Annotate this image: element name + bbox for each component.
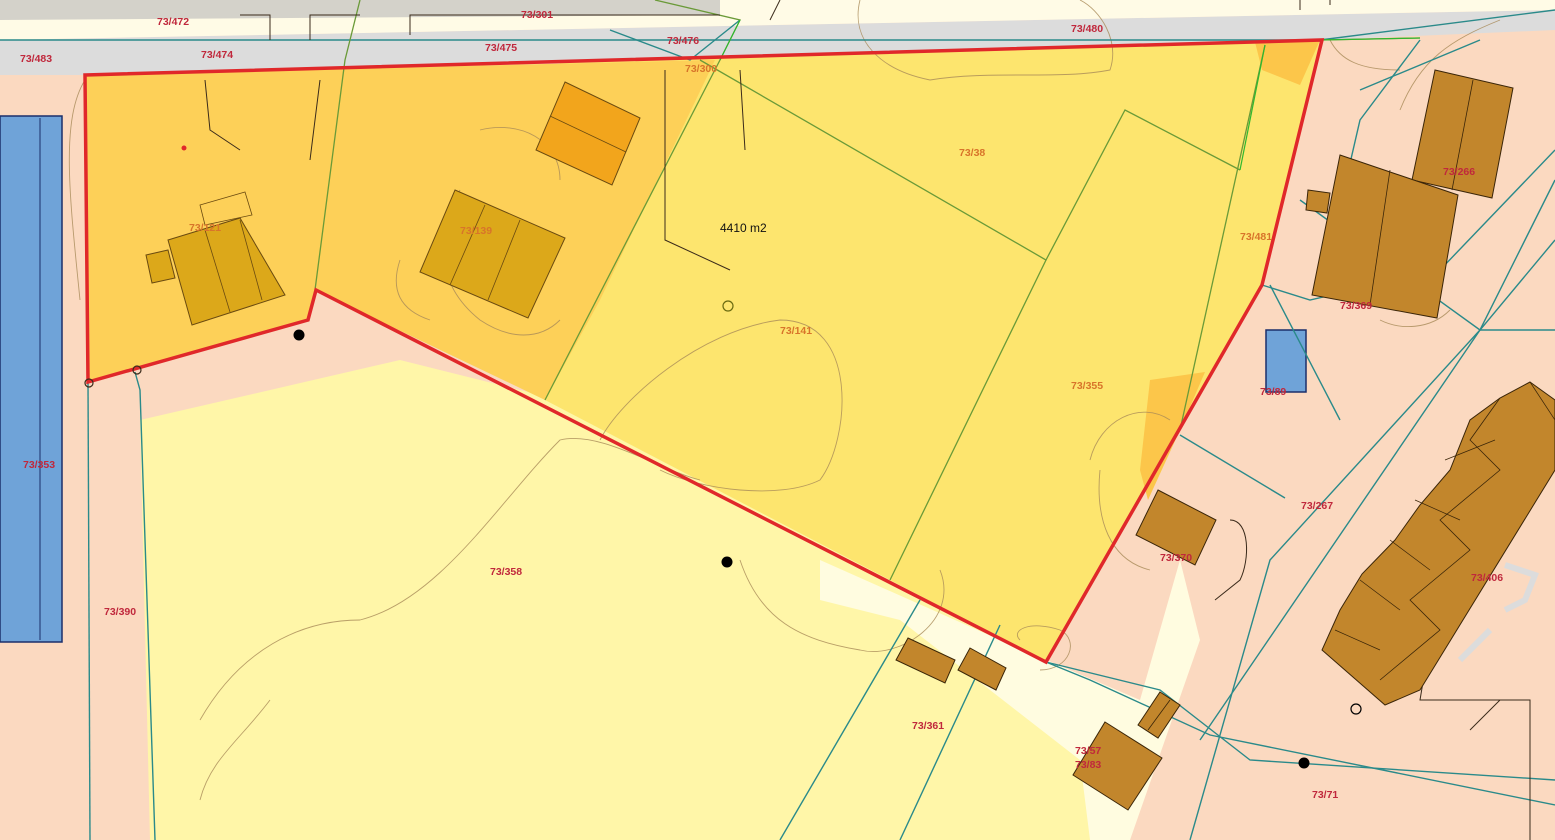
- parcel-label: 73/266: [1443, 166, 1475, 178]
- survey-point-2: [721, 556, 733, 568]
- area-measurement-label: 4410 m2: [720, 221, 767, 235]
- parcel-label: 73/300: [685, 63, 717, 75]
- parcel-label: 73/369: [1340, 300, 1372, 312]
- building-blue-left: [0, 115, 63, 643]
- parcel-label: 73/355: [1071, 380, 1103, 392]
- parcel-label: 73/57: [1075, 745, 1101, 757]
- parcel-label: 73/406: [1471, 572, 1503, 584]
- parcel-label: 73/390: [104, 606, 136, 618]
- parcel-label: 73/38: [959, 147, 985, 159]
- parcel-label: 73/475: [485, 42, 517, 54]
- parcel-label: 73/474: [201, 49, 233, 61]
- survey-point-1: [293, 329, 305, 341]
- parcel-label: 73/358: [490, 566, 522, 578]
- parcel-label: 73/139: [460, 225, 492, 237]
- survey-point-3: [1298, 757, 1310, 769]
- parcel-label: 73/483: [20, 53, 52, 65]
- building-blue-right: [1265, 329, 1307, 393]
- map-canvas: 73/472 73/301 73/483 73/474 73/475 73/47…: [0, 0, 1555, 840]
- parcel-label: 73/476: [667, 35, 699, 47]
- red-dot-marker: [181, 145, 187, 151]
- parcel-label: 73/353: [23, 459, 55, 471]
- cadastral-map[interactable]: 73/472 73/301 73/483 73/474 73/475 73/47…: [0, 0, 1555, 840]
- parcel-label: 73/267: [1301, 500, 1333, 512]
- parcel-label: 73/83: [1075, 759, 1101, 771]
- parcel-label: 73/141: [780, 325, 812, 337]
- parcel-label: 73/472: [157, 16, 189, 28]
- parcel-label: 73/71: [1312, 789, 1338, 801]
- parcel-label: 73/361: [912, 720, 944, 732]
- parcel-label: 73/301: [521, 9, 553, 21]
- parcel-label: 73/89: [1260, 386, 1286, 398]
- parcel-label: 73/121: [189, 222, 221, 234]
- parcel-label: 73/481: [1240, 231, 1272, 243]
- parcel-label: 73/370: [1160, 552, 1192, 564]
- parcel-label: 73/480: [1071, 23, 1103, 35]
